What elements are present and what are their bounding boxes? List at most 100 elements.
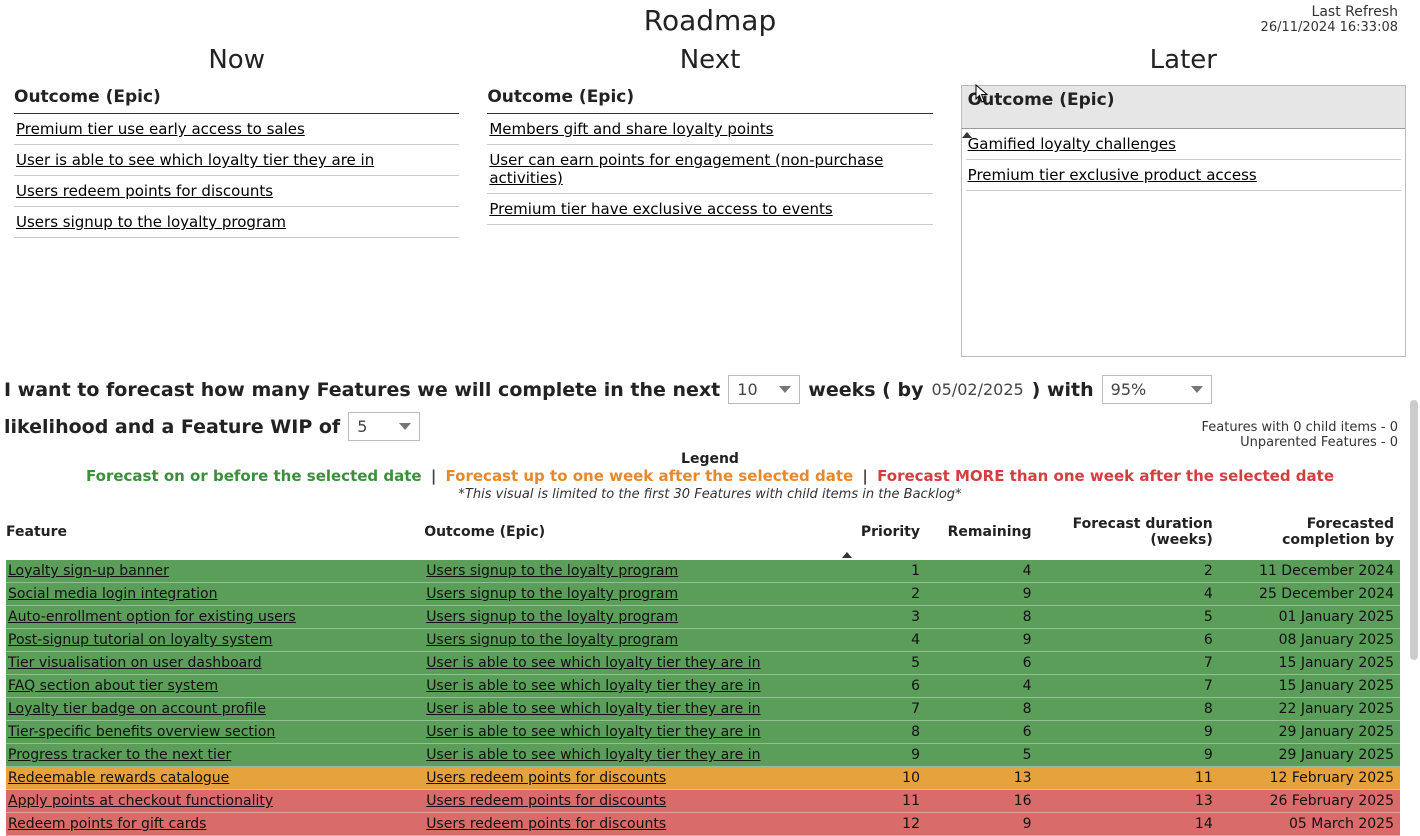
col-header-later[interactable]: Outcome (Epic) [962,86,1405,129]
page-title: Roadmap [0,0,1420,37]
cell-feature[interactable]: Social media login integration [6,583,424,606]
cell-duration: 9 [1038,744,1219,767]
cell-outcome[interactable]: User is able to see which loyalty tier t… [424,698,842,721]
cell-outcome[interactable]: Users signup to the loyalty program [424,606,842,629]
likelihood-select[interactable]: 95% [1102,375,1212,404]
cell-feature[interactable]: Redeemable rewards catalogue [6,767,424,790]
th-completion[interactable]: Forecasted completion by [1219,510,1400,560]
sentence-part: I want to forecast how many Features we … [4,379,720,401]
cell-remaining: 8 [926,698,1038,721]
cell-priority: 4 [842,629,926,652]
th-duration[interactable]: Forecast duration (weeks) [1038,510,1219,560]
cell-remaining: 9 [926,813,1038,836]
outcome-link[interactable]: Premium tier use early access to sales [14,114,459,145]
cell-remaining: 9 [926,629,1038,652]
table-row[interactable]: Redeemable rewards catalogueUsers redeem… [6,767,1400,790]
table-row[interactable]: Social media login integrationUsers sign… [6,583,1400,606]
last-refresh-value: 26/11/2024 16:33:08 [1261,20,1398,35]
cell-feature[interactable]: Tier visualisation on user dashboard [6,652,424,675]
legend-line: Forecast on or before the selected date … [0,467,1420,485]
cell-outcome[interactable]: Users redeem points for discounts [424,767,842,790]
table-row[interactable]: Redeem points for gift cardsUsers redeem… [6,813,1400,836]
cell-outcome[interactable]: Users signup to the loyalty program [424,583,842,606]
cell-outcome[interactable]: User is able to see which loyalty tier t… [424,721,842,744]
last-refresh: Last Refresh 26/11/2024 16:33:08 [1261,4,1398,35]
cell-completion: 15 January 2025 [1219,652,1400,675]
cell-duration: 13 [1038,790,1219,813]
cell-feature[interactable]: Auto-enrollment option for existing user… [6,606,424,629]
sentence-part: ) with [1032,379,1094,401]
table-row[interactable]: Auto-enrollment option for existing user… [6,606,1400,629]
weeks-value: 10 [737,380,757,399]
scrollbar[interactable] [1408,400,1420,680]
outcome-link[interactable]: User is able to see which loyalty tier t… [14,145,459,176]
th-priority[interactable]: Priority [842,510,926,560]
table-row[interactable]: Apply points at checkout functionalityUs… [6,790,1400,813]
cell-duration: 14 [1038,813,1219,836]
outcome-link[interactable]: Premium tier have exclusive access to ev… [487,194,932,225]
cell-outcome[interactable]: Users signup to the loyalty program [424,629,842,652]
cell-duration: 2 [1038,560,1219,583]
cell-feature[interactable]: Progress tracker to the next tier [6,744,424,767]
outcome-link[interactable]: Premium tier exclusive product access [966,160,1401,191]
col-header-now[interactable]: Outcome (Epic) [14,85,459,114]
cell-completion: 29 January 2025 [1219,744,1400,767]
last-refresh-label: Last Refresh [1261,4,1398,20]
cell-priority: 8 [842,721,926,744]
th-remaining[interactable]: Remaining [926,510,1038,560]
cell-outcome[interactable]: User is able to see which loyalty tier t… [424,652,842,675]
cell-priority: 6 [842,675,926,698]
table-row[interactable]: Loyalty sign-up bannerUsers signup to th… [6,560,1400,583]
note-unparented: Unparented Features - 0 [1201,435,1398,450]
table-row[interactable]: Loyalty tier badge on account profileUse… [6,698,1400,721]
cell-priority: 7 [842,698,926,721]
cell-completion: 05 March 2025 [1219,813,1400,836]
col-header-next[interactable]: Outcome (Epic) [487,85,932,114]
cell-remaining: 13 [926,767,1038,790]
cell-outcome[interactable]: Users redeem points for discounts [424,790,842,813]
scrollbar-thumb[interactable] [1410,400,1418,660]
cell-outcome[interactable]: User is able to see which loyalty tier t… [424,744,842,767]
cell-feature[interactable]: Loyalty tier badge on account profile [6,698,424,721]
wip-select[interactable]: 5 [348,412,420,441]
chevron-down-icon [1191,386,1203,393]
outcome-link[interactable]: Users signup to the loyalty program [14,207,459,238]
table-row[interactable]: FAQ section about tier systemUser is abl… [6,675,1400,698]
cell-remaining: 6 [926,652,1038,675]
th-outcome[interactable]: Outcome (Epic) [424,510,842,560]
cell-duration: 11 [1038,767,1219,790]
cell-completion: 08 January 2025 [1219,629,1400,652]
cell-feature[interactable]: Apply points at checkout functionality [6,790,424,813]
legend-red: Forecast MORE than one week after the se… [877,467,1334,485]
cell-feature[interactable]: FAQ section about tier system [6,675,424,698]
roadmap-col-next: Next Outcome (Epic) Members gift and sha… [487,45,932,225]
outcome-link[interactable]: Gamified loyalty challenges [966,129,1401,160]
table-row[interactable]: Post-signup tutorial on loyalty systemUs… [6,629,1400,652]
cell-remaining: 4 [926,675,1038,698]
cell-outcome[interactable]: User is able to see which loyalty tier t… [424,675,842,698]
cell-outcome[interactable]: Users signup to the loyalty program [424,560,842,583]
cell-remaining: 5 [926,744,1038,767]
cell-feature[interactable]: Tier-specific benefits overview section [6,721,424,744]
cell-duration: 7 [1038,652,1219,675]
cell-feature[interactable]: Loyalty sign-up banner [6,560,424,583]
table-row[interactable]: Tier visualisation on user dashboardUser… [6,652,1400,675]
legend-note: *This visual is limited to the first 30 … [0,487,1420,502]
weeks-select[interactable]: 10 [728,375,800,404]
chevron-down-icon [779,386,791,393]
cell-feature[interactable]: Redeem points for gift cards [6,813,424,836]
outcome-link[interactable]: Members gift and share loyalty points [487,114,932,145]
cell-completion: 25 December 2024 [1219,583,1400,606]
cell-remaining: 4 [926,560,1038,583]
table-row[interactable]: Tier-specific benefits overview sectionU… [6,721,1400,744]
th-feature[interactable]: Feature [6,510,424,560]
wip-value: 5 [357,417,367,436]
cell-feature[interactable]: Post-signup tutorial on loyalty system [6,629,424,652]
cell-outcome[interactable]: Users redeem points for discounts [424,813,842,836]
col-title-now: Now [14,45,459,75]
cell-priority: 11 [842,790,926,813]
outcome-link[interactable]: User can earn points for engagement (non… [487,145,932,194]
outcome-link[interactable]: Users redeem points for discounts [14,176,459,207]
table-row[interactable]: Progress tracker to the next tierUser is… [6,744,1400,767]
cell-priority: 9 [842,744,926,767]
